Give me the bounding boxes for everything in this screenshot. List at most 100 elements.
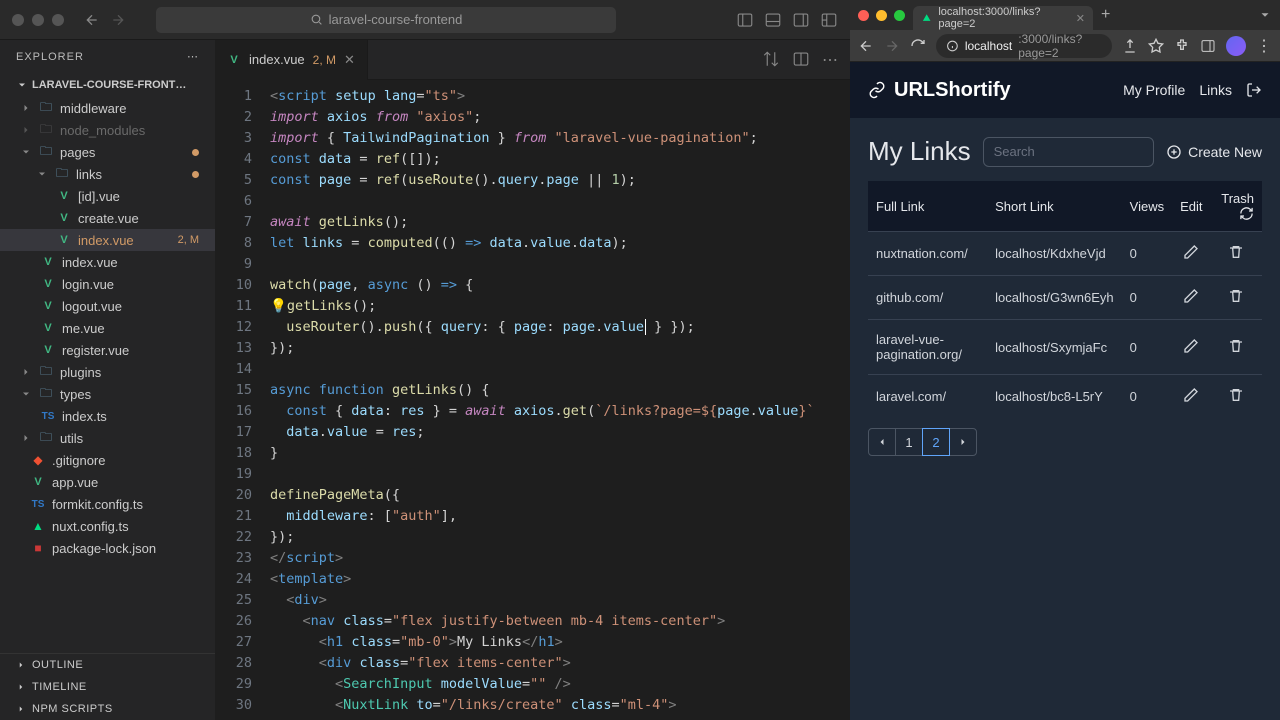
file-gitignore[interactable]: ◆.gitignore [0,449,215,471]
vue-icon: V [56,210,72,226]
close-dot[interactable] [858,10,869,21]
folder-types[interactable]: 🗀types [0,383,215,405]
folder-node-modules[interactable]: 🗀node_modules [0,119,215,141]
search-input[interactable] [983,137,1155,167]
edit-icon[interactable] [1183,244,1199,260]
max-dot[interactable] [894,10,905,21]
trash-icon[interactable] [1228,288,1244,304]
trash-icon[interactable] [1228,387,1244,403]
trash-icon[interactable] [1228,338,1244,354]
panel-outline[interactable]: OUTLINE [0,654,215,676]
new-tab-icon[interactable]: + [1101,6,1110,24]
plus-circle-icon [1166,144,1182,160]
avatar[interactable] [1226,36,1246,56]
file-register-vue[interactable]: Vregister.vue [0,339,215,361]
item-label: [id].vue [78,189,120,204]
item-label: register.vue [62,343,129,358]
forward-icon[interactable] [884,38,900,54]
folder-middleware[interactable]: 🗀middleware [0,97,215,119]
file-index-vue-links[interactable]: Vindex.vue2, M [0,229,215,251]
max-dot[interactable] [52,14,64,26]
star-icon[interactable] [1148,38,1164,54]
content: My Links Create New Full Link Short Link… [850,118,1280,474]
search-icon [310,13,323,26]
share-icon[interactable] [1122,38,1138,54]
browser-tab[interactable]: localhost:3000/links?page=2 ✕ [913,6,1093,30]
project-header[interactable]: LARAVEL-COURSE-FRONT… [0,73,215,97]
forward-icon[interactable] [110,12,126,28]
page-title: My Links [868,136,971,167]
edit-icon[interactable] [1183,288,1199,304]
file-index-ts[interactable]: TSindex.ts [0,405,215,427]
refresh-icon[interactable] [1239,206,1254,221]
close-icon[interactable]: ✕ [1076,12,1085,25]
chevron-down-icon[interactable] [1258,8,1272,22]
more-icon[interactable]: ⋯ [187,50,199,63]
item-label: types [60,387,91,402]
min-dot[interactable] [876,10,887,21]
tab-index-vue[interactable]: V index.vue 2, M ✕ [215,40,368,80]
browser-window: localhost:3000/links?page=2 ✕ + localhos… [850,0,1280,720]
file-nuxt-config[interactable]: ▲nuxt.config.ts [0,515,215,537]
status-badge: 2, M [178,234,207,246]
logo[interactable]: URLShortify [868,79,1011,102]
page-2[interactable]: 2 [922,428,950,456]
file-me-vue[interactable]: Vme.vue [0,317,215,339]
panel-bottom-icon[interactable] [764,11,782,29]
extension-icon[interactable] [1174,38,1190,54]
file-app-vue[interactable]: Vapp.vue [0,471,215,493]
split-icon[interactable] [792,50,810,68]
file-formkit[interactable]: TSformkit.config.ts [0,493,215,515]
chevron-left-icon [876,436,888,448]
chevron-right-icon [16,660,26,670]
trash-icon[interactable] [1228,244,1244,260]
nav-profile[interactable]: My Profile [1123,82,1185,98]
file-login-vue[interactable]: Vlogin.vue [0,273,215,295]
folder-pages[interactable]: 🗀pages [0,141,215,163]
panel-npm[interactable]: NPM SCRIPTS [0,698,215,720]
logout-icon[interactable] [1246,82,1262,98]
file-id-vue[interactable]: V[id].vue [0,185,215,207]
create-button[interactable]: Create New [1166,144,1262,160]
pagination: 1 2 [868,428,1262,456]
url-field[interactable]: localhost:3000/links?page=2 [936,34,1112,58]
min-dot[interactable] [32,14,44,26]
page-1[interactable]: 1 [895,428,923,456]
file-logout-vue[interactable]: Vlogout.vue [0,295,215,317]
sidepanel-icon[interactable] [1200,38,1216,54]
file-package-lock[interactable]: ■package-lock.json [0,537,215,559]
reload-icon[interactable] [910,38,926,54]
page-prev[interactable] [868,428,896,456]
cell-views: 0 [1122,375,1172,419]
item-label: nuxt.config.ts [52,519,129,534]
close-icon[interactable]: ✕ [344,52,355,68]
chevron-right-icon [20,366,32,378]
vue-icon: V [40,320,56,336]
file-create-vue[interactable]: Vcreate.vue [0,207,215,229]
folder-plugins[interactable]: 🗀plugins [0,361,215,383]
close-dot[interactable] [12,14,24,26]
folder-utils[interactable]: 🗀utils [0,427,215,449]
chevron-down-icon [20,388,32,400]
nav-links-link[interactable]: Links [1199,82,1232,98]
folder-links[interactable]: 🗀links [0,163,215,185]
back-icon[interactable] [858,38,874,54]
more-icon[interactable]: ⋯ [822,50,838,70]
compare-icon[interactable] [762,50,780,68]
th-short: Short Link [987,181,1122,232]
edit-icon[interactable] [1183,338,1199,354]
panel-right-icon[interactable] [792,11,810,29]
cell-trash [1211,276,1263,320]
layout-icon[interactable] [820,11,838,29]
edit-icon[interactable] [1183,387,1199,403]
panel-left-icon[interactable] [736,11,754,29]
menu-icon[interactable]: ⋮ [1256,36,1272,56]
file-index-vue-pages[interactable]: Vindex.vue [0,251,215,273]
cell-edit [1172,375,1210,419]
back-icon[interactable] [84,12,100,28]
code-area[interactable]: 1234567891011121314151617181920212223242… [215,80,850,720]
command-center[interactable]: laravel-course-frontend [156,7,616,33]
page-next[interactable] [949,428,977,456]
top-row: My Links Create New [868,136,1262,167]
panel-timeline[interactable]: TIMELINE [0,676,215,698]
